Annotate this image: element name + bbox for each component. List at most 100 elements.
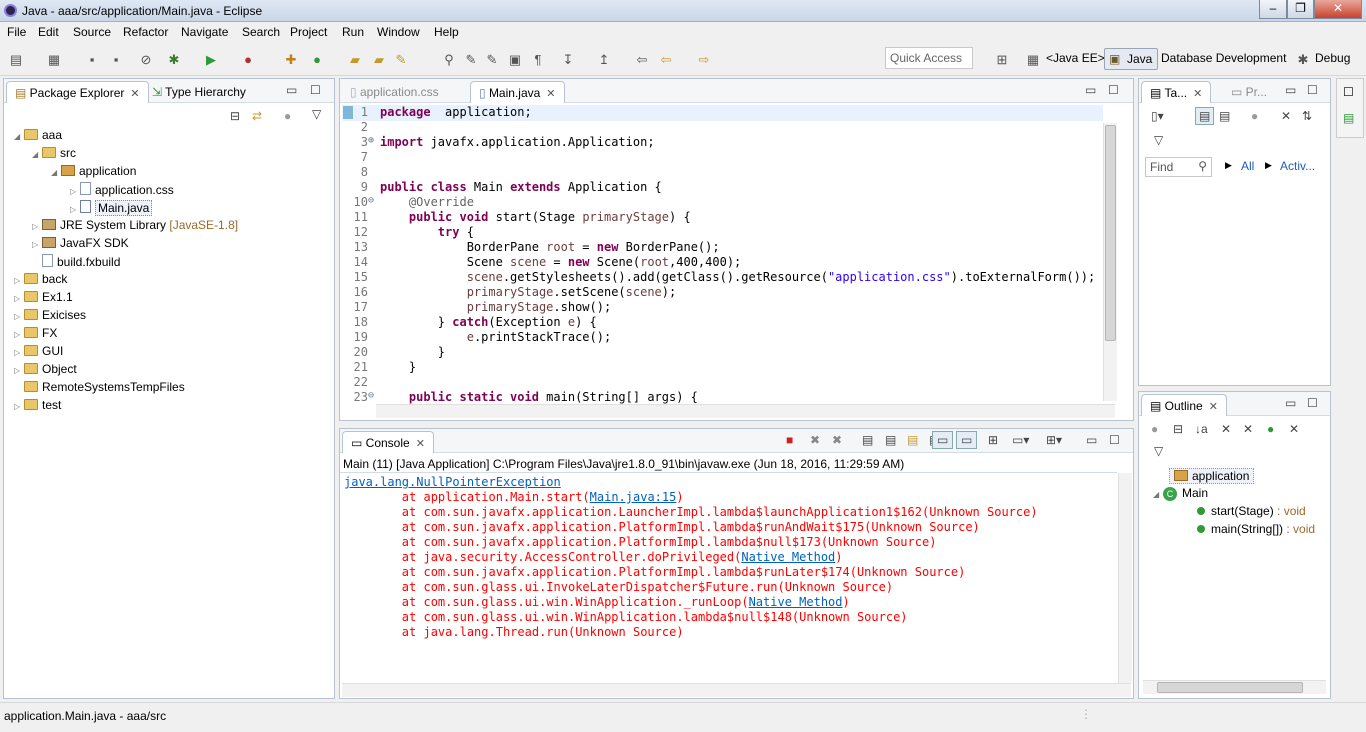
block-selection-icon[interactable]: ▣ [507, 52, 523, 68]
pin-console-icon[interactable]: ⊞ [988, 433, 998, 447]
open-task-icon[interactable]: ▰ [371, 52, 387, 68]
display-console-icon[interactable]: ▭▾ [1012, 433, 1029, 447]
tab-application-css[interactable]: ▯ application.css [342, 81, 447, 103]
new-icon[interactable]: ▤ [8, 52, 24, 68]
collapse-fold-icon[interactable]: ⊖ [368, 390, 374, 401]
menu-search[interactable]: Search [242, 25, 280, 39]
collapse-fold-icon[interactable]: ⊖ [368, 195, 374, 206]
outline-horizontal-scrollbar[interactable] [1143, 680, 1326, 694]
edit-icon[interactable]: ✎ [484, 52, 500, 68]
close-icon[interactable]: ✕ [1209, 401, 1218, 413]
minimize-view-icon[interactable]: ▭ [1285, 83, 1296, 97]
tab-problems[interactable]: ▭ Pr... [1223, 81, 1275, 103]
stack-trace-link[interactable]: Main.java:15 [590, 490, 677, 504]
whitespace-icon[interactable]: ¶ [530, 52, 546, 68]
new-wizard-icon[interactable]: ▦ [46, 52, 62, 68]
menu-navigate[interactable]: Navigate [181, 25, 228, 39]
remove-all-icon[interactable]: ✖ [832, 433, 842, 447]
tab-outline[interactable]: ▤ Outline ✕ [1141, 394, 1227, 416]
menu-refactor[interactable]: Refactor [123, 25, 168, 39]
minimize-view-icon[interactable]: ▭ [1085, 83, 1096, 97]
clear-console-icon[interactable]: ▤ [862, 433, 873, 447]
maximize-view-icon[interactable]: ☐ [1307, 396, 1318, 410]
task-list-icon[interactable]: ▤ [1343, 111, 1354, 125]
minimize-view-icon[interactable]: ▭ [1285, 396, 1296, 410]
tree-item-object[interactable]: ▷ Object [14, 362, 77, 376]
console-vertical-scrollbar[interactable] [1118, 473, 1132, 683]
tab-package-explorer[interactable]: ▤ Package Explorer ✕ [6, 81, 149, 103]
tree-item-application-css[interactable]: ▷ application.css [70, 182, 174, 197]
minimize-view-icon[interactable]: ▭ [286, 83, 297, 97]
next-annotation-icon[interactable]: ↧ [560, 52, 576, 68]
view-menu-icon[interactable]: ▽ [312, 107, 321, 121]
scheduled-icon[interactable]: ▤ [1219, 109, 1230, 123]
menu-project[interactable]: Project [290, 25, 327, 39]
show-console-on-error-icon[interactable]: ▭ [956, 431, 978, 449]
find-input[interactable]: Find ⚲ [1145, 157, 1212, 177]
perspective-database-development[interactable]: Database Development [1161, 51, 1286, 65]
view-menu-icon[interactable]: ▽ [1154, 444, 1163, 458]
hide-local-types-icon[interactable]: ✕ [1289, 422, 1299, 436]
prev-annotation-icon[interactable]: ↥ [596, 52, 612, 68]
hide-nonpublic-icon[interactable]: ● [1267, 422, 1274, 436]
hide-completed-icon[interactable]: ✕ [1281, 109, 1291, 123]
minimize-view-icon[interactable]: ▭ [1086, 433, 1097, 447]
editor-horizontal-scrollbar[interactable] [376, 404, 1115, 418]
quick-access-field[interactable]: Quick Access [885, 47, 973, 69]
maximize-view-icon[interactable]: ☐ [1109, 433, 1120, 447]
restore-icon[interactable]: ☐ [1343, 85, 1354, 99]
external-tools-icon[interactable]: ● [240, 52, 256, 68]
tree-item-build-fxbuild[interactable]: build.fxbuild [32, 254, 120, 269]
close-icon[interactable]: ✕ [546, 88, 555, 100]
tab-task-list[interactable]: ▤ Ta... ✕ [1141, 81, 1212, 103]
close-icon[interactable]: ✕ [416, 438, 425, 450]
console-horizontal-scrollbar[interactable] [342, 683, 1131, 697]
tree-item-test[interactable]: ▷ test [14, 398, 61, 412]
show-console-on-output-icon[interactable]: ▭ [932, 431, 954, 449]
tree-item-application-package[interactable]: ◢ application [51, 164, 136, 178]
outline-item-start[interactable]: start(Stage) : void [1197, 504, 1306, 518]
back-icon[interactable]: ⇦ [658, 52, 674, 68]
perspective-debug[interactable]: Debug [1315, 51, 1350, 65]
activate-link[interactable]: Activ... [1280, 159, 1315, 173]
tree-item-aaa[interactable]: ◢ aaa [14, 128, 62, 142]
maximize-button[interactable]: ❐ [1287, 0, 1314, 19]
console-output[interactable]: java.lang.NullPointerException at applic… [340, 472, 1117, 682]
save-icon[interactable]: ▪ [84, 52, 100, 68]
menu-file[interactable]: File [7, 25, 26, 39]
tree-item-main-java[interactable]: ▷ Main.java [70, 200, 153, 216]
new-task-icon[interactable]: ▯▾ [1151, 109, 1164, 123]
close-button[interactable]: ✕ [1314, 0, 1362, 19]
tree-item-gui[interactable]: ▷ GUI [14, 344, 63, 358]
categorized-icon[interactable]: ▤ [1195, 107, 1215, 125]
tab-console[interactable]: ▭ Console ✕ [342, 431, 434, 453]
run-icon[interactable]: ▶ [203, 52, 219, 68]
maximize-view-icon[interactable]: ☐ [1108, 83, 1119, 97]
outline-item-package[interactable]: application [1169, 468, 1255, 484]
focus-icon[interactable]: ● [1251, 109, 1258, 123]
stack-trace-link[interactable]: Native Method [741, 550, 835, 564]
close-icon[interactable]: ✕ [1193, 88, 1202, 100]
scroll-lock-icon[interactable]: ▤ [885, 433, 896, 447]
new-class-icon[interactable]: ● [309, 52, 325, 68]
open-type-icon[interactable]: ▰ [347, 52, 363, 68]
open-perspective-icon[interactable]: ⊞ [994, 52, 1010, 68]
tree-item-back[interactable]: ▷ back [14, 272, 67, 286]
link-editor-icon[interactable]: ⇄ [252, 109, 262, 123]
collapse-icon[interactable]: ⇅ [1302, 109, 1312, 123]
stack-trace-link[interactable]: Native Method [749, 595, 843, 609]
outline-item-main[interactable]: ◢ C Main [1153, 486, 1208, 501]
toggle-mark-icon[interactable]: ✎ [463, 52, 479, 68]
new-package-icon[interactable]: ✚ [283, 52, 299, 68]
scrollbar-thumb[interactable] [1105, 125, 1116, 341]
editor-vertical-scrollbar[interactable] [1103, 123, 1117, 401]
menu-window[interactable]: Window [377, 25, 420, 39]
tab-type-hierarchy[interactable]: ⇲ Type Hierarchy [144, 81, 254, 103]
focus-icon[interactable]: ● [1151, 422, 1158, 436]
menu-source[interactable]: Source [73, 25, 111, 39]
tab-main-java[interactable]: ▯ Main.java ✕ [470, 81, 565, 103]
hide-static-icon[interactable]: ✕ [1243, 422, 1253, 436]
skip-breakpoints-icon[interactable]: ⊘ [138, 52, 154, 68]
menu-edit[interactable]: Edit [38, 25, 59, 39]
terminate-icon[interactable]: ■ [786, 433, 793, 447]
